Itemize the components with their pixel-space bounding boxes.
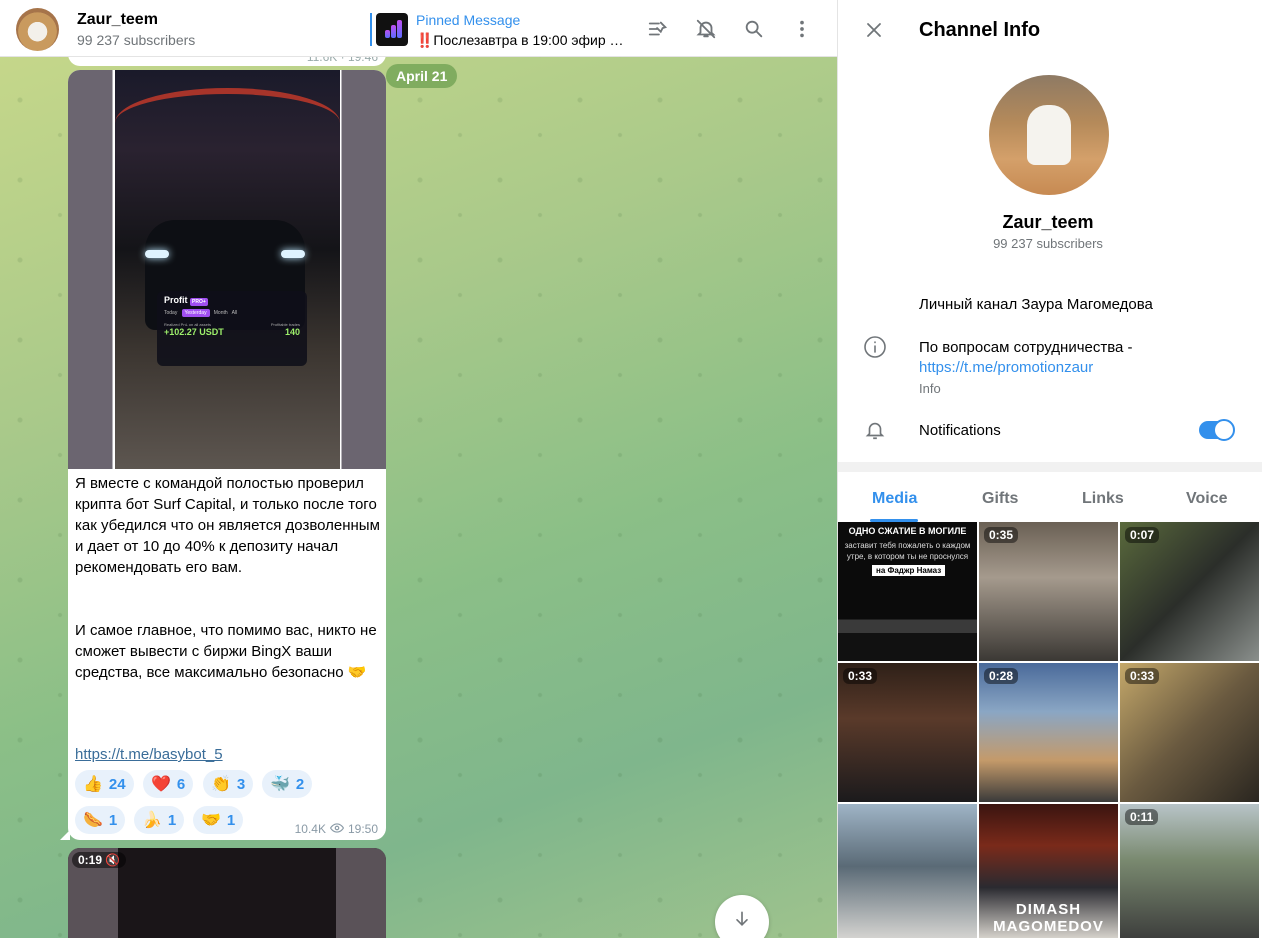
tab-links[interactable]: Links xyxy=(1082,490,1124,508)
muted-icon: 🔇 xyxy=(105,853,121,867)
info-icon xyxy=(862,334,888,360)
bell-icon xyxy=(862,417,888,443)
section-divider xyxy=(838,462,1262,472)
next-video-post[interactable]: 0:19 🔇 xyxy=(68,848,386,938)
pinned-indicator xyxy=(370,13,372,46)
panel-title: Channel Info xyxy=(919,19,1041,41)
search-icon[interactable] xyxy=(742,17,766,41)
close-icon[interactable] xyxy=(862,18,886,42)
channel-description[interactable]: По вопросам сотрудничества - https://t.m… xyxy=(919,338,1239,378)
mute-bell-icon[interactable] xyxy=(694,17,718,41)
notifications-toggle[interactable] xyxy=(1199,419,1235,441)
reaction-whale[interactable]: 🐳 2 xyxy=(262,770,313,798)
notifications-label: Notifications xyxy=(919,422,1001,439)
media-item[interactable]: DIMASH MAGOMEDOV xyxy=(979,804,1118,938)
description-link[interactable]: https://t.me/promotionzaur xyxy=(919,359,1093,376)
tab-voice[interactable]: Voice xyxy=(1186,490,1228,508)
post-time: 19:50 xyxy=(347,822,378,836)
channel-name: Zaur_teem xyxy=(1002,212,1094,232)
channel-avatar-large[interactable] xyxy=(989,75,1109,195)
post-meta: 10.4K 19:50 xyxy=(295,822,378,836)
media-item[interactable]: 0:11 xyxy=(1120,804,1259,938)
post-text: Я вместе с командой полостью проверил кр… xyxy=(75,475,380,681)
video-duration: 0:19 🔇 xyxy=(72,852,127,868)
reaction-thumbs-up[interactable]: 👍 24 xyxy=(75,770,134,798)
channel-subscribers: 99 237 subscribers xyxy=(77,32,196,48)
tab-media[interactable]: Media xyxy=(872,490,917,508)
pinned-label[interactable]: Pinned Message xyxy=(416,12,520,28)
media-item[interactable]: ОДНО СЖАТИЕ В МОГИЛЕ заставит тебя пожал… xyxy=(838,522,977,661)
channel-title[interactable]: Zaur_teem xyxy=(77,11,158,29)
chat-header[interactable]: Zaur_teem 99 237 subscribers Pinned Mess… xyxy=(0,0,837,57)
post-link[interactable]: https://t.me/basybot_5 xyxy=(75,746,223,763)
reaction-clap[interactable]: 👏 3 xyxy=(203,770,254,798)
eye-icon xyxy=(329,822,345,836)
media-tabs: Media Gifts Links Voice xyxy=(838,472,1262,522)
date-chip[interactable]: April 21 xyxy=(386,64,458,88)
reaction-heart[interactable]: ❤️ 6 xyxy=(143,770,194,798)
channel-avatar[interactable] xyxy=(16,8,59,51)
pinned-text[interactable]: ‼️Послезавтра в 19:00 эфир … xyxy=(416,32,626,49)
channel-info-panel: Channel Info Zaur_teem 99 237 subscriber… xyxy=(837,0,1262,938)
media-item[interactable] xyxy=(838,804,977,938)
media-item[interactable]: 0:35 xyxy=(979,522,1118,661)
arrow-down-icon xyxy=(732,909,752,934)
media-item[interactable]: 0:33 xyxy=(838,663,977,802)
more-vertical-icon[interactable] xyxy=(790,17,814,41)
description-caption: Info xyxy=(919,381,941,396)
chat-area: Zaur_teem 99 237 subscribers Pinned Mess… xyxy=(0,0,837,938)
reaction-handshake[interactable]: 🤝 1 xyxy=(193,806,244,834)
reaction-hotdog[interactable]: 🌭 1 xyxy=(75,806,126,834)
channel-subscribers-count: 99 237 subscribers xyxy=(993,236,1103,251)
view-count: 10.4K xyxy=(294,822,326,836)
channel-bio[interactable]: Личный канал Заура Магомедова xyxy=(919,296,1153,313)
pinned-thumbnail[interactable] xyxy=(376,13,408,46)
media-item[interactable]: 0:33 xyxy=(1120,663,1259,802)
pinned-list-icon[interactable] xyxy=(646,17,670,41)
tab-gifts[interactable]: Gifts xyxy=(982,490,1018,508)
media-item[interactable]: 0:07 xyxy=(1120,522,1259,661)
profit-card: Profit PRO+ Today Yesterday Month All Re… xyxy=(157,291,307,366)
post-photo[interactable]: Profit PRO+ Today Yesterday Month All Re… xyxy=(68,70,386,469)
channel-post[interactable]: Profit PRO+ Today Yesterday Month All Re… xyxy=(60,70,386,840)
reaction-banana[interactable]: 🍌 1 xyxy=(134,806,185,834)
media-item[interactable]: 0:28 xyxy=(979,663,1118,802)
